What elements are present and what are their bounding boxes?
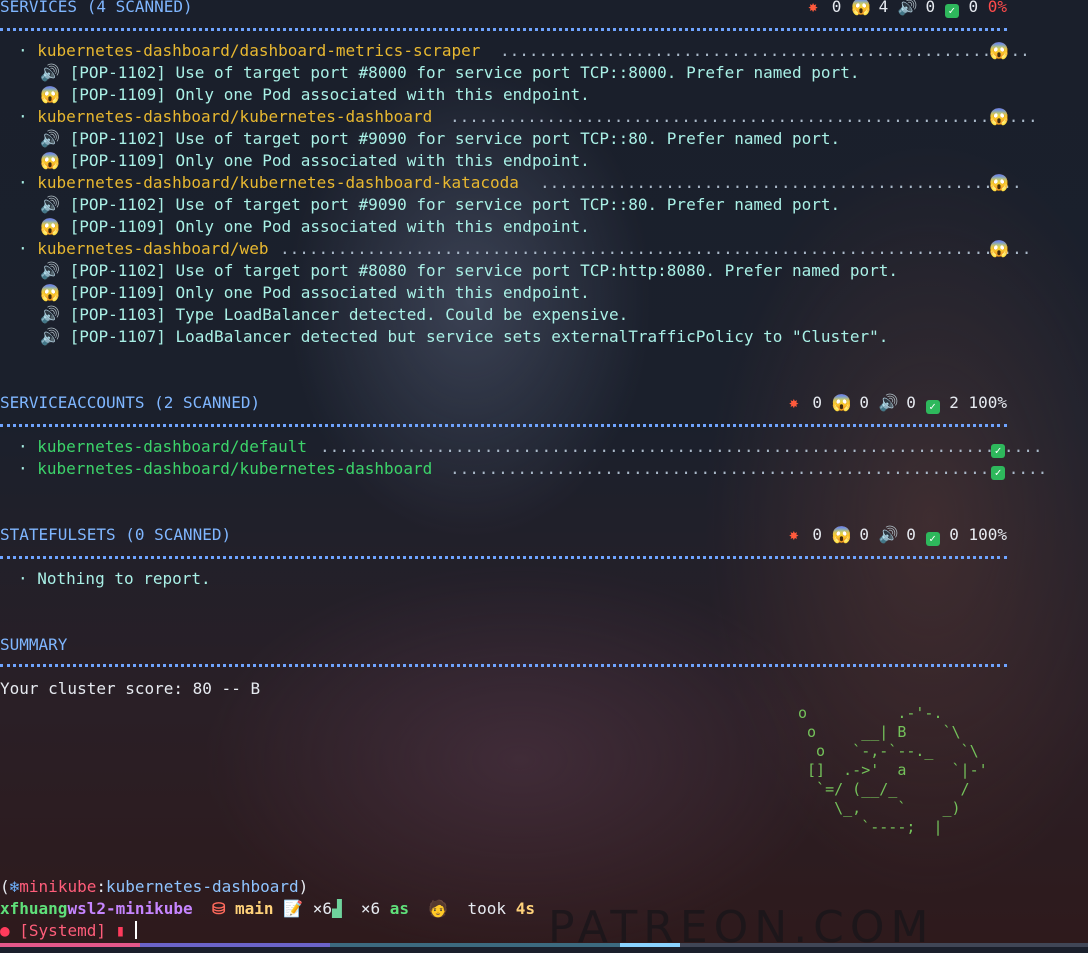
section-divider — [0, 556, 1007, 559]
section-score: 100% — [968, 393, 1007, 412]
leader-dots: ........................................… — [450, 107, 1038, 126]
file-icon: 📝 — [283, 899, 304, 918]
message-line: 🔊 [POP-1102] Use of target port #9090 fo… — [40, 195, 841, 214]
list-item: · kubernetes-dashboard/web — [18, 239, 269, 258]
cluster-name: minikube — [19, 877, 97, 896]
list-item: · kubernetes-dashboard/default — [18, 437, 307, 456]
message-line: 😱 [POP-1109] Only one Pod associated wit… — [40, 217, 590, 236]
error-icon: ✸ — [788, 525, 799, 544]
section-divider — [0, 664, 1007, 667]
info-icon: 🔊 — [40, 63, 60, 82]
message-line: 😱 [POP-1109] Only one Pod associated wit… — [40, 283, 590, 302]
info-icon: 🔊 — [40, 327, 60, 346]
error-count: 0 — [831, 0, 842, 16]
resource-name: kubernetes-dashboard/kubernetes-dashboar… — [37, 173, 519, 192]
namespace-name: kubernetes-dashboard — [105, 877, 299, 896]
ok-icon-row: ✓ — [991, 436, 1005, 458]
warning-icon: 😱 — [831, 393, 852, 412]
message-line: 🔊 [POP-1107] LoadBalancer detected but s… — [40, 327, 889, 346]
list-item: · kubernetes-dashboard/kubernetes-dashbo… — [18, 173, 519, 192]
warning-count: 4 — [878, 0, 889, 16]
ok-icon: ✓ — [991, 466, 1005, 480]
info-count: 0 — [925, 0, 936, 16]
warning-icon: 😱 — [989, 41, 1009, 60]
info-icon: 🔊 — [40, 195, 60, 214]
serviceaccounts-stats: ✸ 0 😱 0 🔊 0 ✓ 2 100% — [785, 392, 1007, 414]
message-line: 🔊 [POP-1102] Use of target port #8080 fo… — [40, 261, 898, 280]
leader-dots: ........................................… — [450, 459, 1048, 478]
cluster-score: Your cluster score: 80 -- B — [0, 679, 261, 698]
info-icon: 🔊 — [40, 129, 60, 148]
leader-dots: ........................................… — [500, 41, 1030, 60]
ok-count: 0 — [968, 0, 979, 16]
message-line: 🔊 [POP-1102] Use of target port #9090 fo… — [40, 129, 841, 148]
list-item: · kubernetes-dashboard/kubernetes-dashbo… — [18, 459, 433, 478]
section-score: 0% — [987, 0, 1007, 16]
text-cursor — [134, 921, 137, 939]
warning-icon: 😱 — [40, 283, 60, 302]
systemd-label: [Systemd] — [19, 921, 106, 940]
services-stats: ✸ 0 😱 4 🔊 0 ✓ 0 0% — [804, 0, 1007, 18]
statefulsets-section-title: STATEFULSETS (0 SCANNED) — [0, 525, 232, 544]
statefulsets-stats: ✸ 0 😱 0 🔊 0 ✓ 0 100% — [785, 524, 1007, 546]
message-line: 🔊 [POP-1103] Type LoadBalancer detected.… — [40, 305, 629, 324]
leader-dots: ........................................… — [320, 437, 1043, 456]
resource-name: kubernetes-dashboard/dashboard-metrics-s… — [37, 41, 481, 60]
section-divider — [0, 28, 1007, 31]
prompt-line: xfhuangwsl2-minikube ⛁ main 📝 ×6▟ ×6 as … — [0, 899, 535, 918]
image-icon: ▟ — [331, 899, 342, 918]
resource-name: kubernetes-dashboard/kubernetes-dashboar… — [37, 107, 433, 126]
prompt-bar — [0, 943, 1088, 947]
warning-icon: 😱 — [989, 239, 1009, 258]
ok-icon: ✓ — [991, 444, 1005, 458]
kubernetes-icon: ❄ — [9, 877, 20, 896]
systemd-line[interactable]: ● [Systemd] ▮ — [0, 920, 137, 942]
git-icon: ⛁ — [211, 899, 226, 918]
info-icon: 🔊 — [40, 305, 60, 324]
leader-dots: ........................................… — [540, 173, 1022, 192]
warning-icon: 😱 — [831, 525, 852, 544]
user-icon: 🧑 — [428, 899, 449, 918]
error-icon: ✸ — [788, 393, 799, 412]
info-icon: 🔊 — [878, 393, 899, 412]
error-icon: ✸ — [808, 0, 818, 16]
resource-name: kubernetes-dashboard/kubernetes-dashboar… — [37, 459, 433, 478]
message-line: 🔊 [POP-1102] Use of target port #8000 fo… — [40, 63, 860, 82]
warning-icon: 😱 — [40, 85, 60, 104]
user-name: xfhuang — [0, 899, 68, 918]
branch-name: main — [234, 899, 274, 918]
summary-title: SUMMARY — [0, 635, 68, 654]
resource-name: kubernetes-dashboard/default — [37, 437, 307, 456]
info-icon: 🔊 — [40, 261, 60, 280]
kube-context: (❄minikube:kubernetes-dashboard) — [0, 877, 309, 896]
warning-icon: 😱 — [850, 0, 871, 16]
info-icon: 🔊 — [878, 525, 899, 544]
serviceaccounts-section-title: SERVICEACCOUNTS (2 SCANNED) — [0, 393, 261, 412]
resource-name: kubernetes-dashboard/web — [37, 239, 269, 258]
info-icon: 🔊 — [897, 0, 918, 16]
list-item: · kubernetes-dashboard/dashboard-metrics… — [18, 41, 481, 60]
warning-icon: 😱 — [989, 107, 1009, 126]
warning-icon: 😱 — [40, 151, 60, 170]
warning-icon: 😱 — [989, 173, 1009, 192]
services-section-title: SERVICES (4 SCANNED) — [0, 0, 193, 16]
leader-dots: ........................................… — [280, 239, 1032, 258]
section-divider — [0, 424, 1007, 427]
warning-icon: 😱 — [40, 217, 60, 236]
ok-icon-row: ✓ — [991, 458, 1005, 480]
ok-icon: ✓ — [944, 4, 959, 18]
ok-icon: ✓ — [925, 400, 940, 414]
ok-icon: ✓ — [925, 532, 940, 546]
list-item: · kubernetes-dashboard/kubernetes-dashbo… — [18, 107, 433, 126]
message-line: 😱 [POP-1109] Only one Pod associated wit… — [40, 151, 590, 170]
message-line: 😱 [POP-1109] Only one Pod associated wit… — [40, 85, 590, 104]
host-name: wsl2-minikube — [67, 899, 193, 918]
score-ascii-art: o .-'-. o __| B `\ o `-,-`--._ `\ [] .->… — [798, 704, 988, 836]
empty-message: · Nothing to report. — [18, 569, 211, 588]
section-score: 100% — [968, 525, 1007, 544]
